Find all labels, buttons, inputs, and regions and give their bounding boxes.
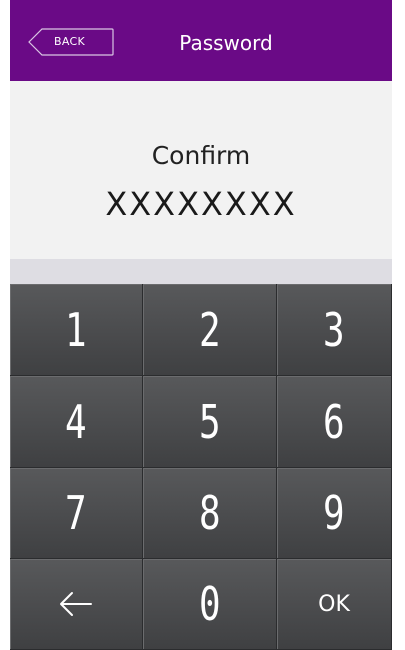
key-9[interactable]: 9: [277, 468, 392, 559]
prompt-label: Confirm: [151, 141, 251, 170]
password-screen: BACK Password Confirm XXXXXXXX 1 2 3 4 5…: [10, 0, 392, 650]
key-5[interactable]: 5: [143, 376, 277, 468]
page-title: Password: [179, 31, 273, 55]
password-display: XXXXXXXX: [105, 185, 297, 223]
key-4[interactable]: 4: [10, 376, 143, 468]
key-2[interactable]: 2: [143, 284, 277, 376]
divider-strip: [10, 259, 392, 284]
key-7[interactable]: 7: [10, 468, 143, 559]
numeric-keypad: 1 2 3 4 5 6 7 8 9 0 OK: [10, 284, 392, 650]
ok-button[interactable]: OK: [277, 559, 392, 650]
key-1[interactable]: 1: [10, 284, 143, 376]
backspace-key[interactable]: [10, 559, 143, 650]
header-bar: BACK Password: [10, 0, 392, 81]
left-arrow-icon: [60, 592, 92, 616]
key-3[interactable]: 3: [277, 284, 392, 376]
key-8[interactable]: 8: [143, 468, 277, 559]
key-0[interactable]: 0: [143, 559, 277, 650]
password-prompt: Confirm XXXXXXXX: [10, 81, 392, 259]
key-6[interactable]: 6: [277, 376, 392, 468]
